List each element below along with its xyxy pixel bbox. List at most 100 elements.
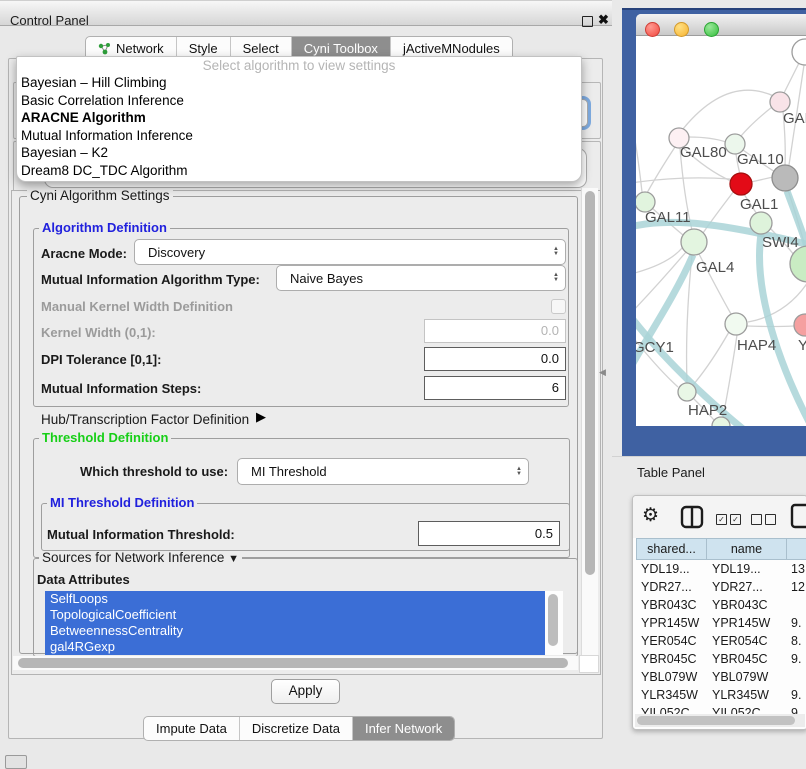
dpi-tolerance-label: DPI Tolerance [0,1]: xyxy=(41,352,161,367)
column-header-a[interactable]: A xyxy=(787,538,806,560)
dropdown-items: Bayesian – Hill ClimbingBasic Correlatio… xyxy=(17,74,581,180)
algorithm-option-dream8-dc-tdc-algorithm[interactable]: Dream8 DC_TDC Algorithm xyxy=(17,162,581,180)
manual-kernel-label: Manual Kernel Width Definition xyxy=(41,299,233,314)
network-edge xyxy=(693,332,729,385)
table-row[interactable]: YPR145WYPR145W9. xyxy=(636,614,806,632)
hap2-node[interactable] xyxy=(678,383,696,401)
hub-section-label[interactable]: Hub/Transcription Factor Definition xyxy=(41,412,249,427)
float-window-icon[interactable] xyxy=(582,16,593,27)
aracne-mode-value: Discovery xyxy=(135,245,547,260)
gal4-node[interactable] xyxy=(681,229,707,255)
column-header-shared[interactable]: shared... xyxy=(636,538,707,560)
pink-right-node[interactable] xyxy=(794,314,806,336)
close-icon[interactable]: ✖ xyxy=(598,12,609,28)
algorithm-option-bayesian-k2[interactable]: Bayesian – K2 xyxy=(17,144,581,162)
dropdown-placeholder: Select algorithm to view settings xyxy=(17,57,581,74)
collapse-down-icon[interactable]: ▼ xyxy=(228,553,239,565)
dpi-tolerance-field[interactable]: 0.0 xyxy=(424,347,566,371)
table-row[interactable]: YDR27...YDR27...12 xyxy=(636,578,806,596)
node-label-gal: GAL xyxy=(783,110,806,127)
network-edge xyxy=(783,61,800,95)
column-header-name[interactable]: name xyxy=(707,538,787,560)
control-panel-title: Control Panel xyxy=(10,13,89,28)
deselect-all-icon[interactable] xyxy=(751,514,776,525)
algorithm-option-mutual-information-inference[interactable]: Mutual Information Inference xyxy=(17,127,581,145)
node-label-y: Y xyxy=(798,337,806,354)
mi-type-combo[interactable]: Naive Bayes ▲▼ xyxy=(276,265,566,291)
page-icon[interactable] xyxy=(790,503,806,534)
node-table[interactable]: shared...nameA YDL19...YDL19...13YDR27..… xyxy=(636,538,806,722)
mi-type-value: Naive Bayes xyxy=(277,271,547,286)
algorithm-option-aracne-algorithm[interactable]: ARACNE Algorithm xyxy=(17,109,581,127)
minimized-panel-icon[interactable] xyxy=(5,755,27,769)
tab-impute-data[interactable]: Impute Data xyxy=(144,717,240,740)
algorithm-dropdown: Select algorithm to view settings Bayesi… xyxy=(16,56,582,182)
network-edge-thick xyxy=(636,255,693,387)
which-threshold-label: Which threshold to use: xyxy=(80,464,228,479)
network-edge xyxy=(636,248,682,277)
settings-vertical-scrollbar[interactable] xyxy=(581,188,598,655)
mi-steps-field[interactable]: 6 xyxy=(424,376,566,400)
algorithm-option-basic-correlation-inference[interactable]: Basic Correlation Inference xyxy=(17,92,581,110)
network-window-frame: GAL80GALGAL10GAL1GAL11SWI4GAL4GCY1HAP4YH… xyxy=(622,8,806,458)
tab-discretize-data[interactable]: Discretize Data xyxy=(240,717,353,740)
gray-node[interactable] xyxy=(772,165,798,191)
select-all-icon[interactable]: ✓✓ xyxy=(716,514,741,525)
which-threshold-combo[interactable]: MI Threshold ▲▼ xyxy=(237,458,529,485)
network-titlebar[interactable] xyxy=(636,14,806,36)
aracne-mode-combo[interactable]: Discovery ▲▼ xyxy=(134,239,566,265)
columns-icon[interactable] xyxy=(680,505,704,534)
node-label-hap4: HAP4 xyxy=(737,337,776,354)
which-threshold-value: MI Threshold xyxy=(238,464,510,479)
data-attributes-list: SelfLoopsTopologicalCoefficientBetweenne… xyxy=(45,591,563,655)
table-row[interactable]: YBL079WYBL079W xyxy=(636,668,806,686)
table-row[interactable]: YBR043CYBR043C xyxy=(636,596,806,614)
network-edge xyxy=(689,137,726,142)
hap4-node[interactable] xyxy=(725,313,747,335)
attribute-betweennesscentrality[interactable]: BetweennessCentrality xyxy=(45,623,545,639)
cyni-settings-title: Cyni Algorithm Settings xyxy=(27,189,173,203)
kernel-width-field[interactable]: 0.0 xyxy=(424,319,566,343)
attribute-gal4rgexp[interactable]: gal4RGexp xyxy=(45,639,545,655)
algorithm-option-bayesian-hill-climbing[interactable]: Bayesian – Hill Climbing xyxy=(17,74,581,92)
control-panel-titlebar: Control Panel ✖ xyxy=(0,0,612,26)
data-attributes-label: Data Attributes xyxy=(37,572,130,587)
table-row[interactable]: YLR345WYLR345W9. xyxy=(636,686,806,704)
attribute-selfloops[interactable]: SelfLoops xyxy=(45,591,545,607)
sources-title[interactable]: Sources for Network Inference ▼ xyxy=(39,551,242,566)
expand-right-icon[interactable]: ▶ xyxy=(256,409,266,425)
gal1-red-node[interactable] xyxy=(730,173,752,195)
combo-arrows-icon: ▲▼ xyxy=(547,273,565,283)
split-collapse-icon[interactable]: ◀ xyxy=(599,367,606,378)
attribute-topologicalcoefficient[interactable]: TopologicalCoefficient xyxy=(45,607,545,623)
table-horizontal-scrollbar[interactable] xyxy=(635,714,805,727)
settings-horizontal-scrollbar[interactable] xyxy=(13,656,578,670)
network-canvas[interactable]: GAL80GALGAL10GAL1GAL11SWI4GAL4GCY1HAP4YH… xyxy=(636,35,806,426)
gear-icon[interactable]: ⚙ xyxy=(642,504,659,527)
green-node-mid[interactable] xyxy=(750,212,772,234)
node-label-hap2: HAP2 xyxy=(688,402,727,419)
table-row[interactable]: YBR045CYBR045C9. xyxy=(636,650,806,668)
network-window: GAL80GALGAL10GAL1GAL11SWI4GAL4GCY1HAP4YH… xyxy=(636,14,806,426)
network-edge xyxy=(741,107,772,136)
mi-threshold-field[interactable]: 0.5 xyxy=(418,521,560,546)
mi-threshold-title: MI Threshold Definition xyxy=(47,496,197,510)
apply-button[interactable]: Apply xyxy=(271,679,340,704)
table-row[interactable]: YER054CYER054C8. xyxy=(636,632,806,650)
combo-arrows-icon: ▲▼ xyxy=(510,467,528,477)
node-label-gal4: GAL4 xyxy=(696,259,734,276)
attributes-scrollbar[interactable] xyxy=(545,591,563,655)
node-label-swi4: SWI4 xyxy=(762,234,799,251)
table-row[interactable]: YDL19...YDL19...13 xyxy=(636,560,806,578)
manual-kernel-checkbox[interactable] xyxy=(551,299,566,314)
table-panel-title: Table Panel xyxy=(637,465,705,480)
kernel-width-label: Kernel Width (0,1): xyxy=(41,325,156,340)
node-label-gal1: GAL1 xyxy=(740,196,778,213)
gal-pink[interactable] xyxy=(770,92,790,112)
attr-items: SelfLoopsTopologicalCoefficientBetweenne… xyxy=(45,591,545,655)
threshold-definition-title: Threshold Definition xyxy=(39,431,171,445)
tab-infer-network[interactable]: Infer Network xyxy=(353,717,454,740)
node-label-gcy1: GCY1 xyxy=(636,339,674,356)
node-top[interactable] xyxy=(792,39,806,65)
swi4-node[interactable] xyxy=(790,246,806,282)
